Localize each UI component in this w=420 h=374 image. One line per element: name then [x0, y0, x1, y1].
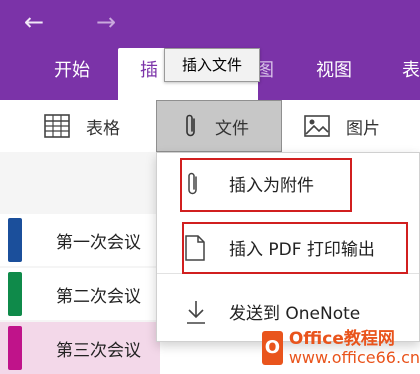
tab-more[interactable]: 表 — [402, 60, 420, 82]
page-item[interactable]: 第一次会议 — [0, 214, 160, 266]
document-icon — [185, 235, 205, 261]
picture-icon — [304, 115, 330, 137]
tooltip-insert-file: 插入文件 — [164, 48, 260, 82]
page-color-tab — [8, 218, 22, 262]
table-label: 表格 — [86, 118, 120, 139]
tab-home[interactable]: 开始 — [54, 60, 90, 82]
page-color-tab — [8, 272, 22, 316]
picture-label: 图片 — [346, 118, 380, 139]
page-label: 第二次会议 — [56, 286, 141, 307]
tab-insert[interactable]: 插 — [140, 60, 158, 82]
tab-view[interactable]: 视图 — [316, 60, 352, 82]
send-to-onenote-label: 发送到 OneNote — [229, 303, 361, 324]
insert-pdf-printout-item[interactable]: 插入 PDF 打印输出 — [157, 219, 419, 275]
back-arrow-icon[interactable]: ← — [24, 10, 44, 34]
file-button[interactable]: 文件 — [156, 100, 282, 152]
insert-as-attachment-item[interactable]: 插入为附件 — [157, 155, 419, 211]
ribbon-insert: 表格 文件 图片 — [0, 100, 420, 152]
logo-url: www.office66.cn — [288, 347, 420, 367]
page-item-selected[interactable]: 第三次会议 — [0, 322, 160, 374]
office-tutorial-logo: O Office教程网 www.office66.cn — [262, 322, 420, 373]
insert-pdf-printout-label: 插入 PDF 打印输出 — [229, 239, 375, 260]
page-color-tab — [8, 326, 22, 370]
page-item[interactable]: 第二次会议 — [0, 268, 160, 320]
office-logo-icon: O — [262, 330, 283, 365]
insert-as-attachment-label: 插入为附件 — [229, 175, 314, 196]
file-label: 文件 — [215, 118, 249, 139]
menu-separator — [157, 273, 419, 274]
table-icon — [44, 114, 70, 138]
page-label: 第一次会议 — [56, 232, 141, 253]
paperclip-icon — [186, 114, 195, 137]
logo-title: Office教程网 — [288, 328, 395, 349]
page-label: 第三次会议 — [56, 340, 141, 361]
file-dropdown-menu: 插入为附件 插入 PDF 打印输出 发送到 OneNote — [156, 152, 420, 342]
table-button[interactable]: 表格 — [44, 100, 120, 152]
paperclip-icon — [188, 172, 197, 195]
download-icon — [187, 301, 205, 324]
forward-arrow-icon[interactable]: → — [96, 10, 116, 34]
picture-button[interactable]: 图片 — [304, 100, 380, 152]
